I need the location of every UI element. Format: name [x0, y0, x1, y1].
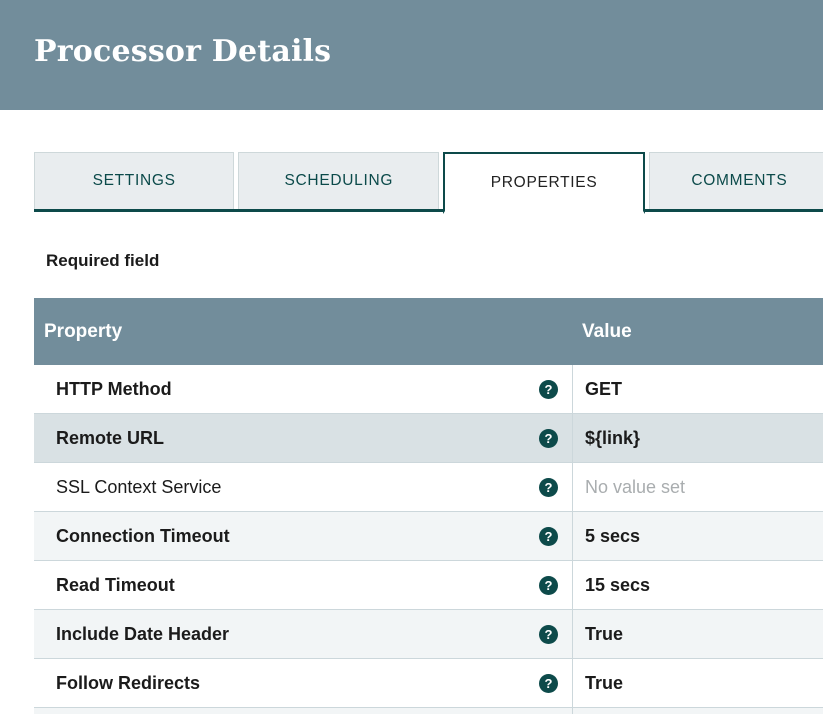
table-row[interactable]: Connection Timeout ? 5 secs — [34, 512, 823, 561]
property-name-cell: Read Timeout ? — [34, 561, 572, 609]
property-name: Follow Redirects — [56, 672, 201, 693]
help-icon[interactable]: ? — [539, 575, 558, 595]
property-name-cell: HTTP Method ? — [34, 365, 572, 413]
property-name-cell: ? — [34, 708, 572, 714]
table-row[interactable]: Include Date Header ? True — [34, 610, 823, 659]
column-header-value: Value — [582, 320, 632, 342]
property-name-cell: SSL Context Service ? — [34, 463, 572, 511]
property-value-cell[interactable]: 15 secs — [572, 561, 823, 609]
table-row[interactable]: HTTP Method ? GET — [34, 365, 823, 414]
property-name-cell: Follow Redirects ? — [34, 659, 572, 707]
tab-scheduling[interactable]: SCHEDULING — [238, 152, 440, 212]
table-row[interactable]: ? — [34, 708, 823, 714]
help-icon[interactable]: ? — [539, 624, 558, 644]
property-name: SSL Context Service — [56, 476, 222, 497]
required-field-legend: Required field — [46, 251, 160, 270]
property-name: HTTP Method — [56, 378, 172, 399]
property-value-cell[interactable]: True — [572, 659, 823, 707]
help-icon[interactable]: ? — [539, 673, 558, 693]
table-row[interactable]: Remote URL ? ${link} — [34, 414, 823, 463]
property-value-cell[interactable]: ${link} — [572, 414, 823, 462]
property-value-cell[interactable]: No value set — [572, 463, 823, 511]
table-row[interactable]: Follow Redirects ? True — [34, 659, 823, 708]
table-row[interactable]: SSL Context Service ? No value set — [34, 463, 823, 512]
tab-settings[interactable]: SETTINGS — [34, 152, 235, 212]
page-title: Processor Details — [34, 34, 332, 69]
table-header-row: Property Value — [34, 298, 823, 365]
property-name-cell: Connection Timeout ? — [34, 512, 572, 560]
property-name: Read Timeout — [56, 574, 175, 595]
tabstrip: SETTINGS SCHEDULING PROPERTIES COMMENTS — [34, 152, 823, 214]
table-row[interactable]: Read Timeout ? 15 secs — [34, 561, 823, 610]
property-value-cell[interactable]: True — [572, 610, 823, 658]
properties-table: Property Value HTTP Method ? GET Remote … — [34, 298, 823, 714]
property-name: Include Date Header — [56, 623, 230, 644]
help-icon[interactable]: ? — [539, 526, 558, 546]
tab-properties[interactable]: PROPERTIES — [443, 152, 645, 214]
property-name-cell: Include Date Header ? — [34, 610, 572, 658]
property-name: Remote URL — [56, 427, 165, 448]
dialog-header: Processor Details — [0, 0, 823, 110]
property-name-cell: Remote URL ? — [34, 414, 572, 462]
help-icon[interactable]: ? — [539, 379, 558, 399]
property-value-cell[interactable]: 5 secs — [572, 512, 823, 560]
column-header-property: Property — [44, 320, 123, 342]
property-value-cell[interactable]: GET — [572, 365, 823, 413]
property-name: Connection Timeout — [56, 525, 230, 546]
property-value-cell[interactable] — [572, 708, 823, 714]
tabstrip-baseline — [34, 209, 823, 212]
help-icon[interactable]: ? — [539, 477, 558, 497]
tab-comments[interactable]: COMMENTS — [648, 152, 823, 212]
processor-details-dialog: Processor Details SETTINGS SCHEDULING PR… — [0, 0, 823, 714]
help-icon[interactable]: ? — [539, 428, 558, 448]
